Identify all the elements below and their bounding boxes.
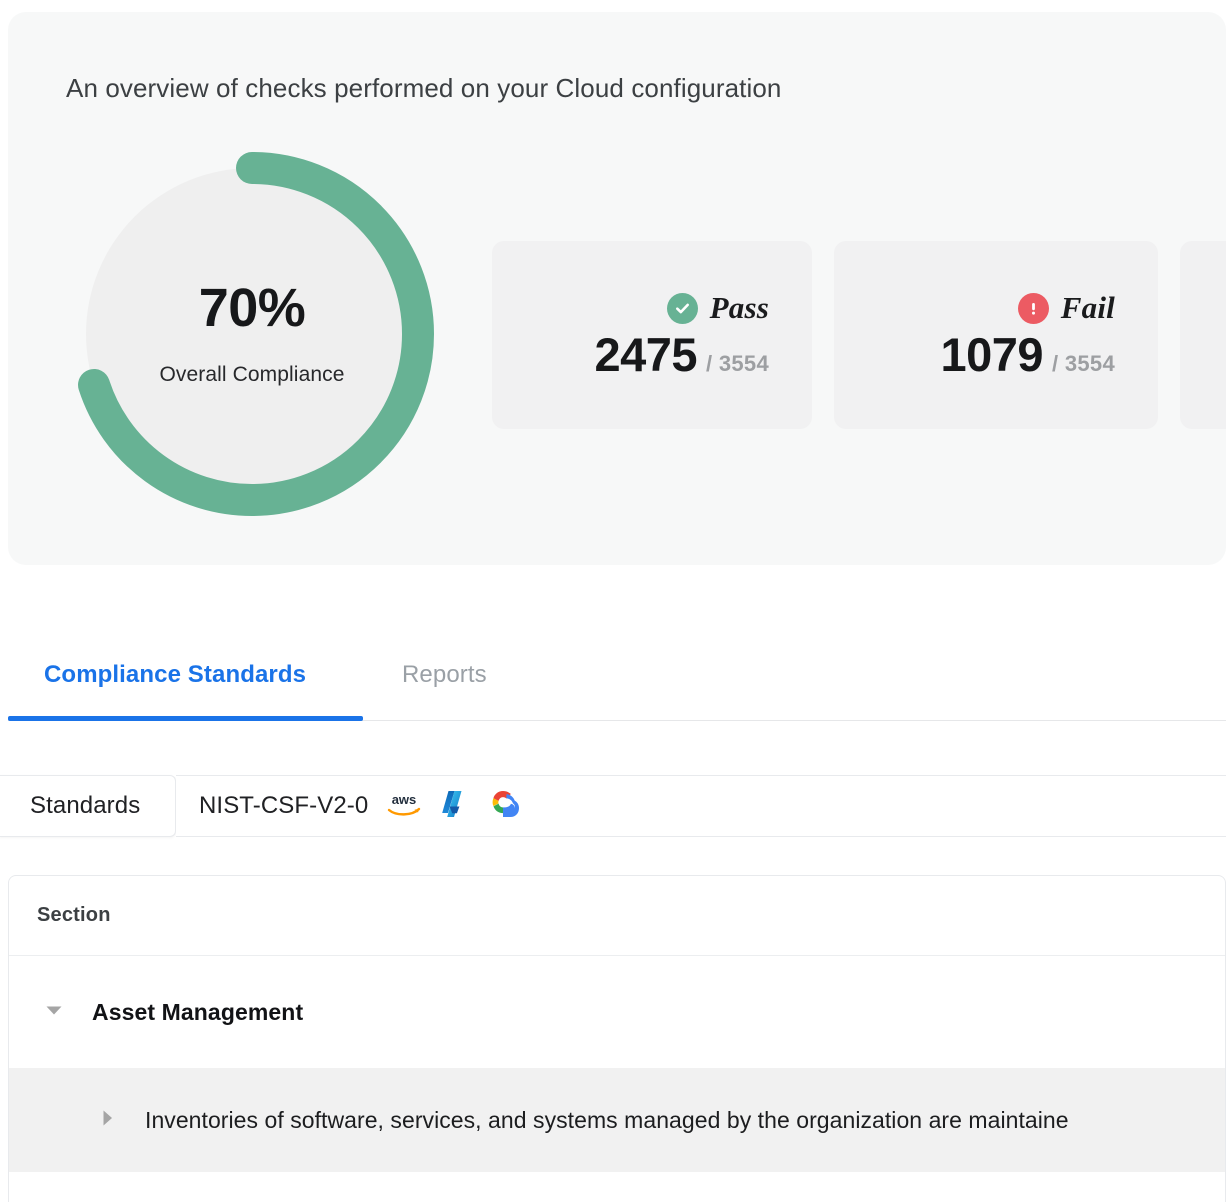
pass-stat-card: Pass 2475 / 3554 [492, 241, 812, 429]
pass-total: / 3554 [706, 351, 769, 377]
gauge-center-text: 70% Overall Compliance [70, 152, 434, 516]
pass-card-title: Pass [710, 290, 769, 326]
fail-total: / 3554 [1052, 351, 1115, 377]
fail-card-numbers: 1079 / 3554 [940, 330, 1115, 379]
subsection-title: Inventories of software, services, and s… [145, 1107, 1069, 1134]
azure-icon [440, 789, 470, 824]
tab-reports[interactable]: Reports [402, 630, 487, 720]
summary-subtitle: An overview of checks performed on your … [66, 73, 782, 104]
pass-count: 2475 [594, 330, 697, 379]
fail-card-header: Fail [1018, 290, 1115, 326]
overall-compliance-gauge: 70% Overall Compliance [70, 152, 434, 516]
section-title: Asset Management [92, 999, 303, 1026]
active-tab-indicator [8, 716, 363, 721]
fail-stat-card: Fail 1079 / 3554 [834, 241, 1158, 429]
triangle-right-icon[interactable] [97, 1107, 117, 1134]
pass-card-header: Pass [667, 290, 769, 326]
standards-label-box: Standards [0, 775, 176, 837]
triangle-down-icon[interactable] [42, 998, 66, 1027]
standards-value-box[interactable]: NIST-CSF-V2-0 aws [176, 775, 1226, 837]
column-header-section: Section [37, 904, 111, 927]
svg-text:aws: aws [392, 792, 417, 807]
table-row-subsection[interactable]: Inventories of software, services, and s… [9, 1068, 1225, 1172]
google-cloud-icon [487, 789, 519, 824]
fail-card-title: Fail [1061, 290, 1115, 326]
exclamation-circle-icon [1018, 293, 1049, 324]
fail-count: 1079 [940, 330, 1043, 379]
table-header-row: Section [9, 876, 1225, 956]
next-stat-card-clipped [1180, 241, 1226, 429]
summary-panel: An overview of checks performed on your … [8, 12, 1226, 565]
compliance-sections-table: Section Asset Management Inventories of … [8, 875, 1226, 1202]
aws-icon: aws [385, 791, 423, 822]
standards-label: Standards [30, 792, 140, 820]
selected-standard-name: NIST-CSF-V2-0 [199, 792, 368, 820]
gauge-percent: 70% [199, 281, 306, 335]
tab-bar: Compliance Standards Reports [0, 630, 1226, 726]
pass-card-numbers: 2475 / 3554 [594, 330, 769, 379]
table-row-section[interactable]: Asset Management [9, 956, 1225, 1068]
tab-compliance-standards[interactable]: Compliance Standards [44, 630, 306, 720]
check-circle-icon [667, 293, 698, 324]
gauge-caption: Overall Compliance [159, 363, 344, 387]
standards-selector-row: Standards NIST-CSF-V2-0 aws [0, 775, 1226, 837]
